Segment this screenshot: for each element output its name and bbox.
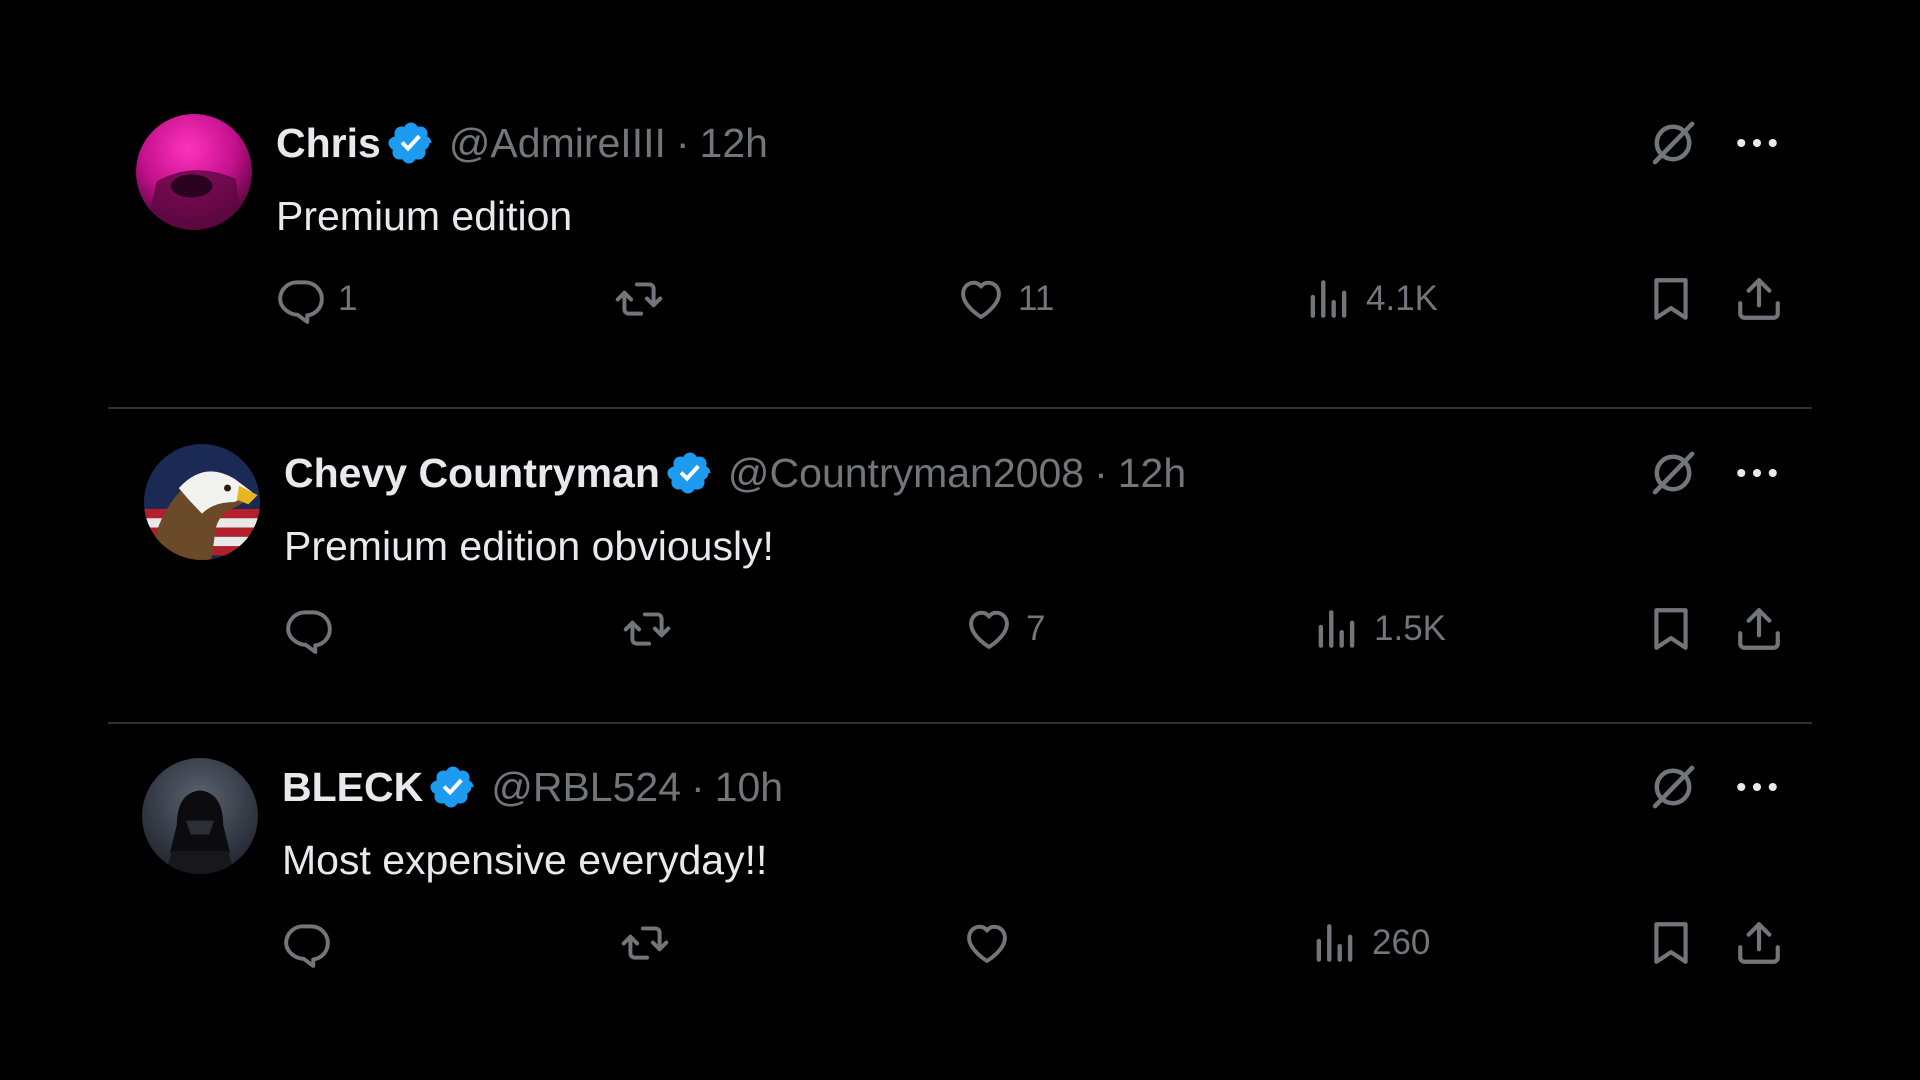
- heart-icon: [956, 274, 1006, 324]
- views-button[interactable]: 260: [1310, 912, 1430, 974]
- timestamp[interactable]: 12h: [1118, 450, 1186, 497]
- avatar-image: [142, 758, 258, 874]
- heart-icon: [964, 604, 1014, 654]
- more-options-icon[interactable]: [1730, 116, 1784, 170]
- views-button[interactable]: 1.5K: [1312, 598, 1446, 660]
- tweet-text: Most expensive everyday!!: [282, 837, 768, 883]
- views-chart-icon: [1310, 918, 1360, 968]
- separator-dot: ·: [691, 763, 705, 810]
- tweet-text: Premium edition: [276, 193, 573, 239]
- verified-badge-icon: [666, 449, 714, 497]
- divider: [108, 407, 1812, 409]
- verified-badge-icon: [387, 119, 435, 167]
- heart-icon: [962, 918, 1012, 968]
- action-bar: 260: [282, 912, 1784, 974]
- like-button[interactable]: [962, 912, 1024, 974]
- author-handle[interactable]: @AdmireIIII: [449, 120, 666, 167]
- repost-icon: [620, 918, 670, 968]
- bookmark-icon: [1646, 274, 1696, 324]
- bookmark-button[interactable]: [1646, 912, 1696, 974]
- repost-icon: [614, 274, 664, 324]
- bookmark-button[interactable]: [1646, 268, 1696, 330]
- share-button[interactable]: [1734, 912, 1784, 974]
- reply-button[interactable]: [282, 912, 344, 974]
- avatar[interactable]: [144, 444, 260, 560]
- share-icon: [1734, 918, 1784, 968]
- author-handle[interactable]: @RBL524: [491, 764, 681, 811]
- author-name[interactable]: Chris: [276, 120, 381, 167]
- views-button[interactable]: 4.1K: [1304, 268, 1438, 330]
- share-icon: [1734, 604, 1784, 654]
- author-handle[interactable]: @Countryman2008: [728, 450, 1084, 497]
- grok-icon[interactable]: [1646, 446, 1700, 500]
- more-options-icon[interactable]: [1730, 446, 1784, 500]
- more-options-icon[interactable]: [1730, 760, 1784, 814]
- like-count: 11: [1018, 279, 1055, 318]
- like-button[interactable]: 7: [964, 598, 1045, 660]
- repost-button[interactable]: [622, 598, 684, 660]
- grok-icon[interactable]: [1646, 760, 1700, 814]
- like-button[interactable]: 11: [956, 268, 1054, 330]
- divider: [108, 722, 1812, 724]
- avatar[interactable]: [136, 114, 252, 230]
- action-bar: 1 11 4.1K: [276, 268, 1784, 330]
- reply-icon: [276, 274, 326, 324]
- timestamp[interactable]: 10h: [715, 764, 783, 811]
- author-name[interactable]: Chevy Countryman: [284, 450, 660, 497]
- like-count: 7: [1026, 609, 1046, 648]
- reply-button[interactable]: 1: [276, 268, 357, 330]
- avatar[interactable]: [142, 758, 258, 874]
- reply-button[interactable]: [284, 598, 346, 660]
- author-name[interactable]: BLECK: [282, 764, 423, 811]
- view-count: 4.1K: [1366, 279, 1438, 318]
- share-button[interactable]: [1734, 268, 1784, 330]
- action-bar: 7 1.5K: [284, 598, 1784, 660]
- views-chart-icon: [1304, 274, 1354, 324]
- avatar-image: [144, 444, 260, 560]
- reply-icon: [282, 918, 332, 968]
- timestamp[interactable]: 12h: [700, 120, 768, 167]
- repost-button[interactable]: [620, 912, 682, 974]
- repost-button[interactable]: [614, 268, 676, 330]
- grok-icon[interactable]: [1646, 116, 1700, 170]
- share-icon: [1734, 274, 1784, 324]
- verified-badge-icon: [429, 763, 477, 811]
- bookmark-icon: [1646, 604, 1696, 654]
- view-count: 1.5K: [1374, 609, 1446, 648]
- bookmark-button[interactable]: [1646, 598, 1696, 660]
- views-chart-icon: [1312, 604, 1362, 654]
- share-button[interactable]: [1734, 598, 1784, 660]
- repost-icon: [622, 604, 672, 654]
- reply-count: 1: [338, 279, 358, 318]
- separator-dot: ·: [1094, 449, 1108, 496]
- reply-icon: [284, 604, 334, 654]
- separator-dot: ·: [675, 119, 690, 166]
- avatar-image: [136, 114, 252, 230]
- view-count: 260: [1372, 923, 1431, 962]
- tweet-text: Premium edition obviously!: [284, 523, 774, 569]
- bookmark-icon: [1646, 918, 1696, 968]
